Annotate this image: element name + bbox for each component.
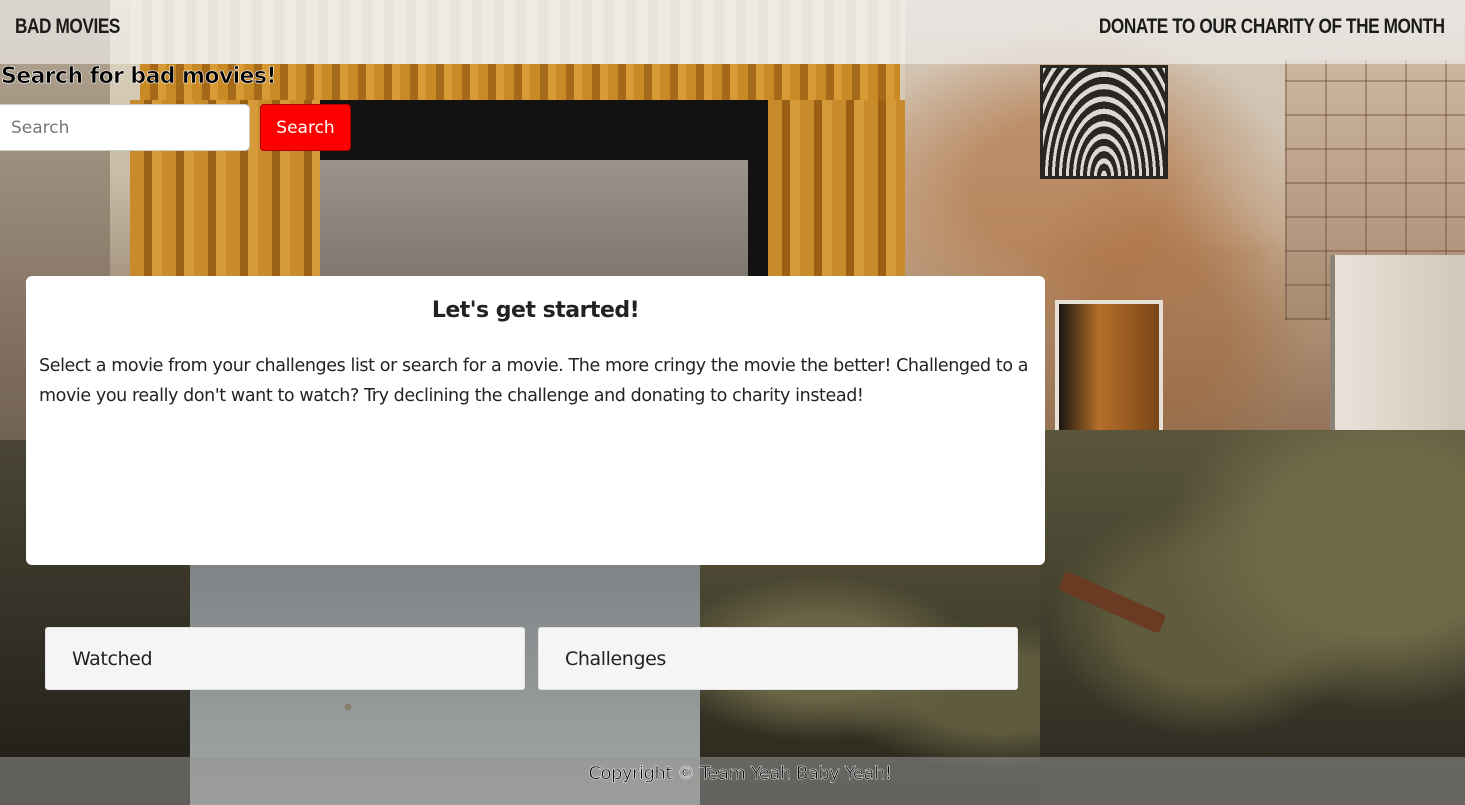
challenges-list-button[interactable]: Challenges	[538, 627, 1018, 690]
copyright-text: Copyright © Team Yeah Baby Yeah!	[588, 763, 892, 785]
search-input[interactable]	[0, 104, 250, 151]
watched-list-button[interactable]: Watched	[45, 627, 525, 690]
footer: Copyright © Team Yeah Baby Yeah!	[0, 757, 1465, 805]
top-navbar: BAD MOVIES DONATE TO OUR CHARITY OF THE …	[0, 0, 1465, 64]
brand-logo-link[interactable]: BAD MOVIES	[15, 15, 120, 39]
search-button[interactable]: Search	[260, 104, 351, 151]
get-started-card: Let's get started! Select a movie from y…	[26, 276, 1045, 565]
search-heading: Search for bad movies!	[1, 64, 277, 90]
card-title: Let's get started!	[431, 298, 640, 323]
card-description: Select a movie from your challenges list…	[39, 356, 1029, 406]
donate-charity-link[interactable]: DONATE TO OUR CHARITY OF THE MONTH	[1099, 15, 1445, 39]
